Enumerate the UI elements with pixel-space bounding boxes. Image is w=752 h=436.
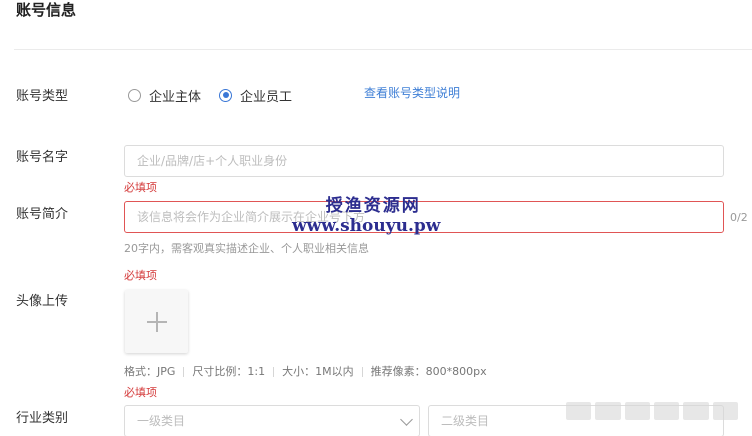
- radio-enterprise-entity[interactable]: 企业主体: [128, 86, 201, 105]
- spec-ratio: 尺寸比例：1:1: [192, 365, 266, 378]
- account-intro-label: 账号简介: [16, 207, 69, 222]
- section-title: 账号信息: [16, 1, 77, 19]
- account-intro-input[interactable]: [124, 201, 724, 233]
- radio-label-enterprise-employee: 企业员工: [240, 89, 293, 105]
- account-name-input[interactable]: [124, 145, 724, 177]
- account-name-required: 必填项: [124, 181, 157, 194]
- industry-primary-placeholder: 一级类目: [137, 414, 186, 428]
- account-type-label: 账号类型: [16, 89, 69, 104]
- chevron-down-icon: [400, 413, 413, 426]
- account-info-page: 账号信息 账号类型 企业主体 企业员工 查看账号类型说明 账号名字 必填项 账号…: [0, 0, 752, 436]
- account-type-radio-group: 企业主体 企业员工: [128, 86, 310, 105]
- spec-divider: [183, 367, 185, 377]
- account-type-help-link[interactable]: 查看账号类型说明: [364, 84, 460, 102]
- account-name-label: 账号名字: [16, 150, 69, 165]
- blur-block: [712, 402, 738, 420]
- industry-primary-select[interactable]: 一级类目: [124, 405, 420, 436]
- section-divider: [14, 49, 752, 50]
- blurred-watermark-strip: [566, 402, 738, 420]
- plus-icon-vertical: [156, 312, 158, 332]
- radio-label-enterprise-entity: 企业主体: [149, 89, 202, 105]
- account-intro-counter: 0/2: [730, 211, 748, 224]
- blur-block: [683, 402, 709, 420]
- radio-enterprise-employee[interactable]: 企业员工: [219, 86, 292, 105]
- radio-unchecked-icon: [128, 88, 141, 102]
- blur-block: [653, 402, 680, 420]
- spec-divider: [361, 367, 363, 377]
- industry-secondary-placeholder: 二级类目: [441, 414, 490, 428]
- spec-pixels: 推荐像素：800*800px: [370, 365, 487, 378]
- industry-label: 行业类别: [16, 411, 69, 426]
- spec-divider: [273, 367, 275, 377]
- spec-size: 大小：1M以内: [282, 365, 354, 378]
- blur-block: [624, 402, 650, 420]
- radio-checked-icon: [219, 88, 233, 102]
- blur-block: [595, 402, 621, 420]
- avatar-specs: 格式：JPG 尺寸比例：1:1 大小：1M以内 推荐像素：800*800px: [124, 365, 487, 379]
- avatar-required: 必填项: [124, 386, 157, 399]
- avatar-label: 头像上传: [16, 294, 69, 309]
- account-intro-required: 必填项: [124, 269, 157, 282]
- account-intro-hint: 20字内，需客观真实描述企业、个人职业相关信息: [124, 242, 369, 255]
- avatar-upload-button[interactable]: [125, 290, 188, 353]
- spec-format: 格式：JPG: [124, 365, 176, 378]
- blur-block: [566, 402, 592, 420]
